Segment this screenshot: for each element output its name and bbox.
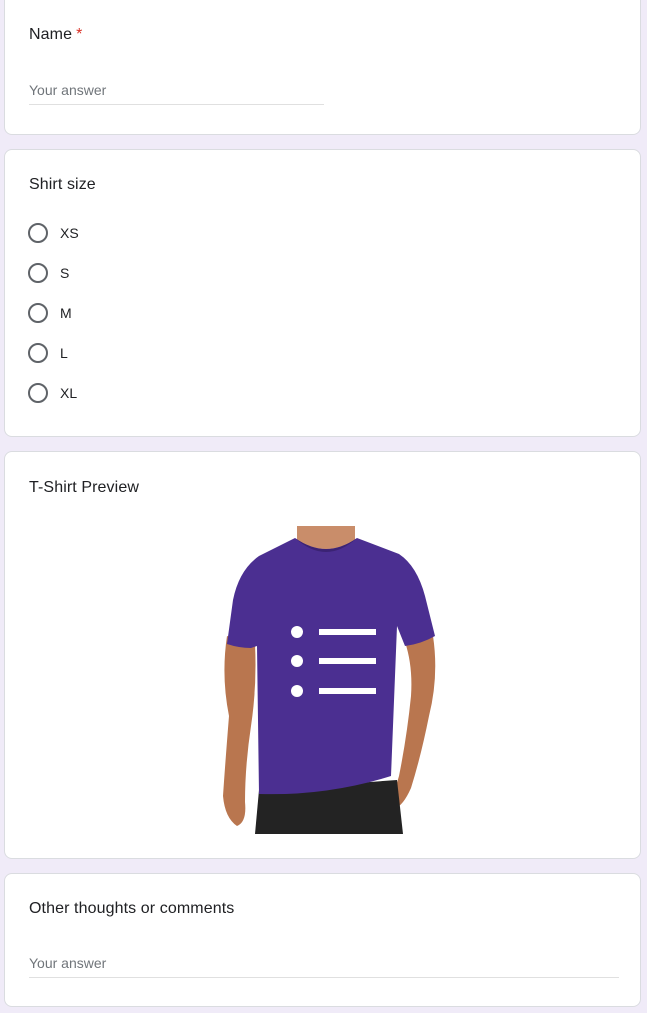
radio-option-label: XL [60,385,78,401]
tshirt-preview-card: T-Shirt Preview [4,451,641,859]
radio-option-l[interactable]: L [28,342,68,364]
name-question-card: Name * [4,0,641,135]
tshirt-preview-title: T-Shirt Preview [29,479,139,496]
radio-button[interactable] [28,303,48,323]
shirt-size-question-title: Shirt size [29,176,96,193]
tshirt-preview-image [215,526,439,834]
name-answer-field[interactable] [29,80,324,105]
comments-question-title: Other thoughts or comments [29,900,235,917]
radio-option-label: M [60,305,72,321]
radio-option-label: L [60,345,68,361]
radio-button[interactable] [28,343,48,363]
question-title: Name * [29,23,82,47]
name-input[interactable] [29,82,324,98]
required-asterisk: * [76,26,83,43]
radio-option-xs[interactable]: XS [28,222,79,244]
comments-question-card: Other thoughts or comments [4,873,641,1007]
shirt-size-question-card: Shirt size XS S M L XL [4,149,641,437]
radio-option-label: S [60,265,70,281]
comments-answer-field[interactable] [29,953,619,978]
name-question-title: Name [29,26,73,43]
radio-button[interactable] [28,263,48,283]
radio-button[interactable] [28,223,48,243]
radio-option-xl[interactable]: XL [28,382,77,404]
radio-button[interactable] [28,383,48,403]
radio-option-m[interactable]: M [28,302,72,324]
radio-option-s[interactable]: S [28,262,69,284]
radio-option-label: XS [60,225,79,241]
comments-input[interactable] [29,955,619,971]
